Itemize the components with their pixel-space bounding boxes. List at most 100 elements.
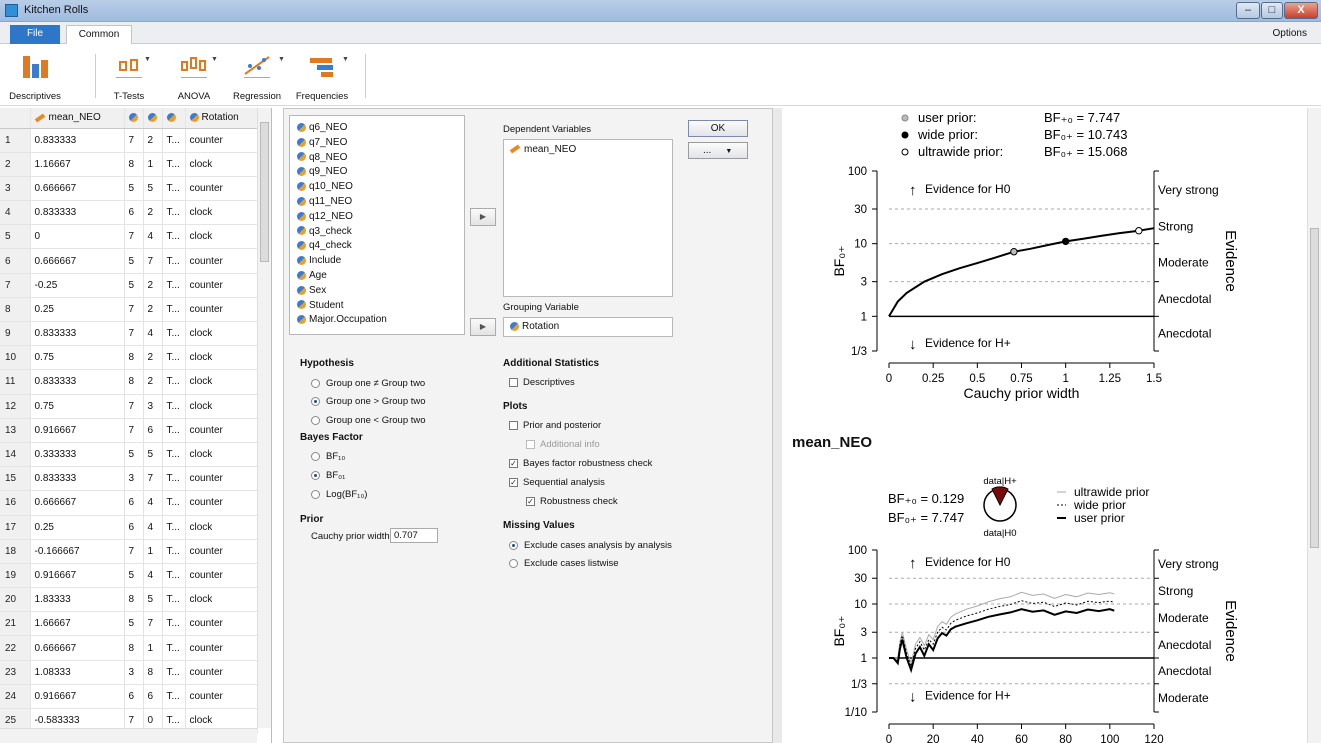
table-row[interactable]: 6 0.666667 5 7 T... counter bbox=[0, 248, 258, 274]
bf10-option[interactable]: BF₁₀ bbox=[311, 451, 345, 462]
table-row[interactable]: 16 0.666667 6 4 T... counter bbox=[0, 490, 258, 516]
more-options-button[interactable]: ... ▼ bbox=[688, 142, 748, 159]
table-cell[interactable]: counter bbox=[185, 635, 258, 661]
table-cell[interactable]: clock bbox=[185, 345, 258, 371]
table-row[interactable]: 24 0.916667 6 6 T... counter bbox=[0, 684, 258, 710]
ttests-button[interactable]: ▼ T-Tests bbox=[100, 52, 158, 104]
table-row[interactable]: 22 0.666667 8 1 T... counter bbox=[0, 635, 258, 661]
exclude-listwise-option[interactable]: Exclude cases listwise bbox=[509, 558, 619, 569]
table-cell[interactable]: T... bbox=[162, 128, 186, 153]
table-cell[interactable]: 1.66667 bbox=[30, 611, 125, 637]
table-cell[interactable]: 7 bbox=[124, 418, 144, 443]
table-cell[interactable]: clock bbox=[185, 200, 258, 226]
table-row[interactable]: 5 0 7 4 T... clock bbox=[0, 224, 258, 250]
table-cell[interactable]: 4 bbox=[143, 515, 163, 540]
table-row[interactable]: 12 0.75 7 3 T... clock bbox=[0, 394, 258, 419]
table-cell[interactable]: counter bbox=[185, 128, 258, 153]
table-cell[interactable]: T... bbox=[162, 273, 186, 298]
table-cell[interactable]: 0.916667 bbox=[30, 563, 125, 589]
anova-button[interactable]: ▼ ANOVA bbox=[165, 52, 223, 104]
table-cell[interactable]: 1.83333 bbox=[30, 587, 125, 613]
table-cell[interactable]: 5 bbox=[143, 587, 163, 613]
column-header-4[interactable] bbox=[162, 108, 186, 129]
variable-list-item[interactable]: Major.Occupation bbox=[297, 314, 387, 325]
table-cell[interactable]: counter bbox=[185, 611, 258, 637]
options-menu[interactable]: Options bbox=[1273, 28, 1307, 39]
table-cell[interactable]: 5 bbox=[124, 442, 144, 468]
table-cell[interactable]: 4 bbox=[143, 224, 163, 250]
table-cell[interactable]: 7 bbox=[143, 611, 163, 637]
table-cell[interactable]: counter bbox=[185, 563, 258, 589]
table-cell[interactable]: 6 bbox=[124, 490, 144, 516]
variable-list-item[interactable]: q8_NEO bbox=[297, 152, 347, 163]
table-cell[interactable]: 6 bbox=[124, 515, 144, 540]
table-row[interactable]: 9 0.833333 7 4 T... clock bbox=[0, 321, 258, 347]
table-cell[interactable]: 2 bbox=[143, 200, 163, 226]
minimize-button[interactable]: – bbox=[1236, 2, 1260, 19]
table-cell[interactable]: 2 bbox=[143, 128, 163, 153]
table-cell[interactable]: T... bbox=[162, 611, 186, 637]
table-row[interactable]: 11 0.833333 8 2 T... clock bbox=[0, 369, 258, 395]
table-cell[interactable]: 8 bbox=[124, 152, 144, 177]
table-cell[interactable]: clock bbox=[185, 369, 258, 395]
tab-file[interactable]: File bbox=[10, 25, 60, 44]
table-cell[interactable]: 0.25 bbox=[30, 297, 125, 323]
table-cell[interactable]: T... bbox=[162, 345, 186, 371]
table-cell[interactable]: 0.666667 bbox=[30, 248, 125, 274]
table-cell[interactable]: 3 bbox=[124, 660, 144, 685]
table-row[interactable]: 13 0.916667 7 6 T... counter bbox=[0, 418, 258, 443]
table-cell[interactable]: 0.833333 bbox=[30, 321, 125, 347]
table-cell[interactable]: 5 bbox=[124, 273, 144, 298]
table-cell[interactable]: 5 bbox=[124, 611, 144, 637]
table-cell[interactable]: 0.75 bbox=[30, 345, 125, 371]
table-cell[interactable]: 8 bbox=[124, 587, 144, 613]
table-cell[interactable]: 0.666667 bbox=[30, 176, 125, 202]
table-cell[interactable]: 8 bbox=[143, 660, 163, 685]
table-cell[interactable]: 7 bbox=[124, 321, 144, 347]
table-row[interactable]: 21 1.66667 5 7 T... counter bbox=[0, 611, 258, 637]
table-cell[interactable]: 7 bbox=[124, 297, 144, 323]
table-row[interactable]: 4 0.833333 6 2 T... clock bbox=[0, 200, 258, 226]
table-cell[interactable]: 6 bbox=[143, 418, 163, 443]
table-row[interactable]: 17 0.25 6 4 T... clock bbox=[0, 515, 258, 540]
column-header-2[interactable] bbox=[124, 108, 144, 129]
table-cell[interactable]: 4 bbox=[143, 563, 163, 589]
variable-list-item[interactable]: Age bbox=[297, 270, 327, 281]
table-cell[interactable]: clock bbox=[185, 442, 258, 468]
table-cell[interactable]: T... bbox=[162, 369, 186, 395]
table-row[interactable]: 20 1.83333 8 5 T... clock bbox=[0, 587, 258, 613]
table-row[interactable]: 10 0.75 8 2 T... clock bbox=[0, 345, 258, 371]
table-cell[interactable]: 0.833333 bbox=[30, 128, 125, 153]
additional-info-checkbox[interactable]: Additional info bbox=[526, 439, 600, 450]
frequencies-button[interactable]: ▼ Frequencies bbox=[292, 52, 352, 104]
assign-dependent-button[interactable]: ▶ bbox=[470, 208, 496, 226]
table-cell[interactable]: 5 bbox=[143, 176, 163, 202]
table-cell[interactable]: counter bbox=[185, 684, 258, 710]
assign-grouping-button[interactable]: ▶ bbox=[470, 318, 496, 336]
table-cell[interactable]: T... bbox=[162, 660, 186, 685]
tab-common[interactable]: Common bbox=[66, 25, 132, 45]
table-cell[interactable]: clock bbox=[185, 224, 258, 250]
table-cell[interactable]: T... bbox=[162, 539, 186, 564]
table-cell[interactable]: clock bbox=[185, 394, 258, 419]
table-cell[interactable]: T... bbox=[162, 418, 186, 443]
table-cell[interactable]: 5 bbox=[143, 442, 163, 468]
table-cell[interactable]: T... bbox=[162, 515, 186, 540]
table-row[interactable]: 19 0.916667 5 4 T... counter bbox=[0, 563, 258, 589]
hypothesis-two-sided[interactable]: Group one ≠ Group two bbox=[311, 378, 425, 389]
table-cell[interactable]: counter bbox=[185, 176, 258, 202]
table-cell[interactable]: 0.916667 bbox=[30, 684, 125, 710]
table-cell[interactable]: counter bbox=[185, 418, 258, 443]
table-cell[interactable]: 1.16667 bbox=[30, 152, 125, 177]
table-cell[interactable]: 3 bbox=[124, 466, 144, 492]
variable-list-item[interactable]: q3_check bbox=[297, 226, 352, 237]
close-button[interactable]: X bbox=[1284, 2, 1318, 19]
table-cell[interactable]: 0.833333 bbox=[30, 200, 125, 226]
table-cell[interactable]: 7 bbox=[124, 539, 144, 564]
table-cell[interactable]: 5 bbox=[124, 176, 144, 202]
table-cell[interactable]: 4 bbox=[143, 490, 163, 516]
prior-posterior-checkbox[interactable]: Prior and posterior bbox=[509, 420, 601, 431]
data-grid[interactable]: mean_NEO Rotation 1 0.833333 7 2 T... counter… bbox=[0, 108, 272, 743]
variable-list-item[interactable]: q12_NEO bbox=[297, 211, 353, 222]
exclude-analysis-option[interactable]: Exclude cases analysis by analysis bbox=[509, 540, 672, 551]
